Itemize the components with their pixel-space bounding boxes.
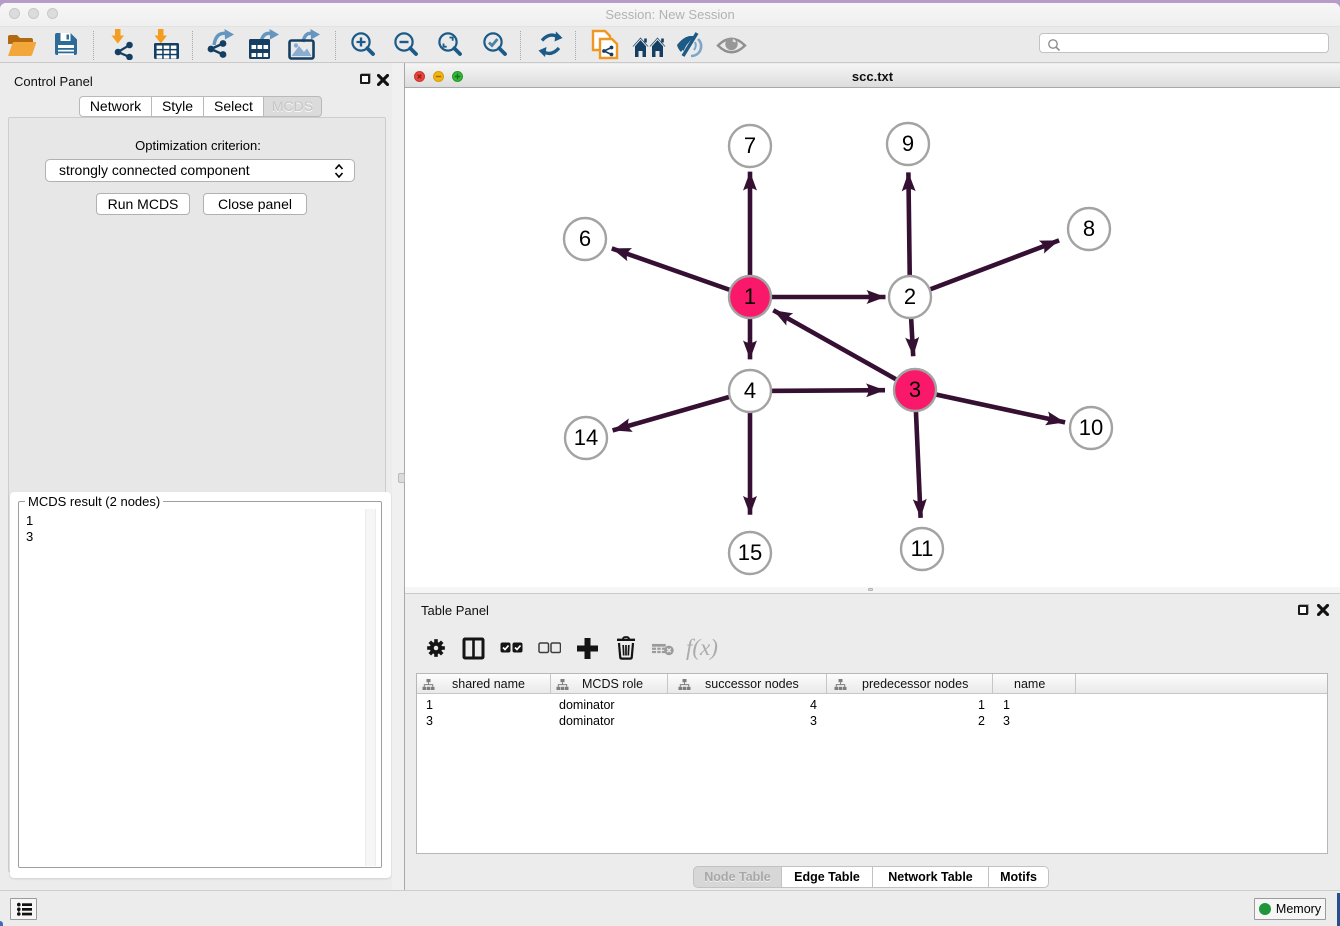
svg-text:7: 7: [744, 133, 756, 158]
svg-text:3: 3: [909, 377, 921, 402]
svg-text:11: 11: [911, 536, 934, 561]
svg-text:10: 10: [1079, 415, 1103, 440]
svg-text:2: 2: [904, 284, 916, 309]
svg-text:9: 9: [902, 131, 914, 156]
svg-text:15: 15: [738, 540, 762, 565]
svg-text:8: 8: [1083, 216, 1095, 241]
svg-text:1: 1: [744, 284, 756, 309]
svg-text:6: 6: [579, 226, 591, 251]
svg-text:4: 4: [744, 378, 756, 403]
svg-text:14: 14: [574, 425, 598, 450]
